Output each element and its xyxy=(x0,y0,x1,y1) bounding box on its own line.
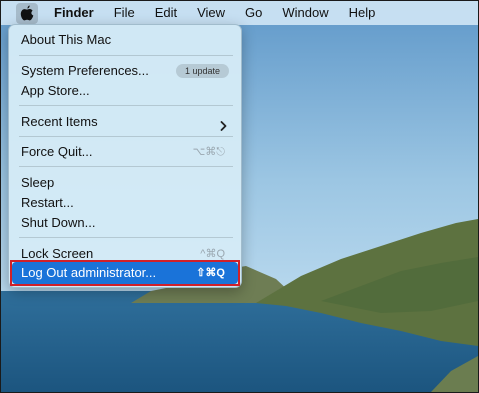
menu-item-label: Restart... xyxy=(21,195,74,210)
menu-item-label: App Store... xyxy=(21,83,90,98)
menu-view[interactable]: View xyxy=(187,1,235,25)
menu-separator xyxy=(19,136,233,137)
menu-item-label: Recent Items xyxy=(21,114,98,129)
menu-separator xyxy=(19,105,233,106)
menu-item-force-quit[interactable]: Force Quit... ⌥⌘⎋ xyxy=(21,142,231,162)
menu-item-log-out[interactable]: Log Out administrator... ⇧⌘Q xyxy=(21,263,231,283)
menu-item-system-preferences[interactable]: System Preferences... 1 update xyxy=(21,61,231,81)
menu-separator xyxy=(19,237,233,238)
menu-file[interactable]: File xyxy=(104,1,145,25)
menu-item-restart[interactable]: Restart... xyxy=(21,193,231,213)
menu-item-label: Sleep xyxy=(21,175,55,190)
menu-finder[interactable]: Finder xyxy=(44,1,104,25)
menu-item-recent-items[interactable]: Recent Items xyxy=(21,112,231,132)
menu-item-shut-down[interactable]: Shut Down... xyxy=(21,213,231,233)
chevron-right-icon xyxy=(220,117,227,137)
menu-item-label: Shut Down... xyxy=(21,215,96,230)
menu-edit[interactable]: Edit xyxy=(145,1,187,25)
menu-bar: Finder File Edit View Go Window Help xyxy=(1,1,478,25)
apple-menu-dropdown: About This Mac System Preferences... 1 u… xyxy=(8,24,242,288)
menu-item-label: Force Quit... xyxy=(21,144,93,159)
update-badge: 1 update xyxy=(175,64,229,78)
menu-item-app-store[interactable]: App Store... xyxy=(21,81,231,101)
menu-item-label: System Preferences... xyxy=(21,63,149,78)
screenshot-frame: Finder File Edit View Go Window Help Abo… xyxy=(0,0,479,393)
menu-item-about-this-mac[interactable]: About This Mac xyxy=(21,30,231,50)
menu-separator xyxy=(19,166,233,167)
menu-help[interactable]: Help xyxy=(339,1,386,25)
menu-item-sleep[interactable]: Sleep xyxy=(21,173,231,193)
keyboard-shortcut: ⇧⌘Q xyxy=(196,267,225,279)
menu-window[interactable]: Window xyxy=(272,1,338,25)
menu-item-label: About This Mac xyxy=(21,32,112,47)
menu-go[interactable]: Go xyxy=(235,1,272,25)
apple-icon[interactable] xyxy=(16,2,38,24)
keyboard-shortcut: ⌥⌘⎋ xyxy=(192,146,225,158)
menu-item-label: Log Out administrator... xyxy=(21,265,157,280)
menu-separator xyxy=(19,55,233,56)
